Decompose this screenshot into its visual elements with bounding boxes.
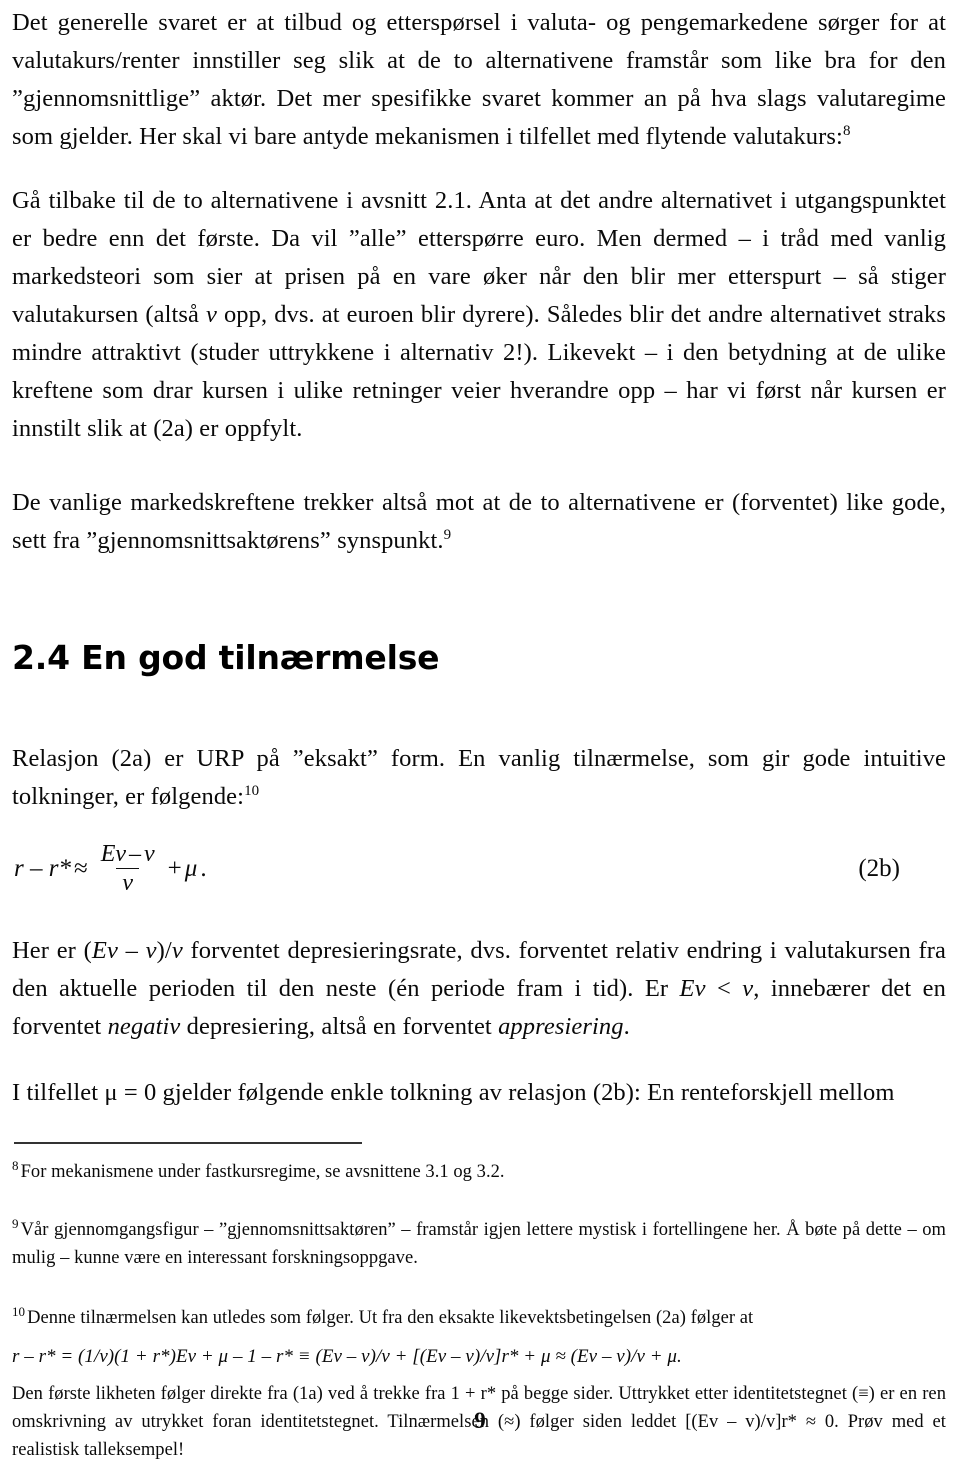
fraction-expected-depreciation: Ev – v v <box>95 841 161 896</box>
variable-v-2: v <box>171 937 183 965</box>
numerator-v: v <box>144 841 155 867</box>
footnote-8-marker: 8 <box>12 1158 19 1174</box>
paragraph-interest-differential: I tilfellet μ = 0 gjelder følgende enkle… <box>12 1079 895 1107</box>
paragraph-intro: Det generelle svaret er at tilbud og ett… <box>12 0 946 156</box>
p5-text-e: < <box>705 975 743 1003</box>
variable-v-1: v <box>145 937 157 965</box>
equation-2b-expression: r – r* ≈ Ev – v v + μ . <box>14 841 210 896</box>
variable-ev-1: Ev <box>91 937 118 965</box>
page-number: 9 <box>474 1408 486 1433</box>
variable-ev-2: Ev <box>679 975 706 1003</box>
equation-period: . <box>200 855 207 883</box>
footnote-ref-10[interactable]: 10 <box>244 783 259 799</box>
equation-2b: r – r* ≈ Ev – v v + μ . (2b) <box>12 841 946 896</box>
emphasis-negativ: negativ <box>107 1013 181 1041</box>
footnote-ref-9[interactable]: 9 <box>444 527 452 543</box>
footnote-8-text: For mekanismene under fastkursregime, se… <box>20 1162 505 1183</box>
equation-lhs: r – r* <box>14 855 71 883</box>
paragraph-equilibrium: Gå tilbake til de to alternativene i avs… <box>12 182 946 448</box>
footnote-8: 8 For mekanismene under fastkursregime, s… <box>12 1158 946 1186</box>
fraction-numerator: Ev – v <box>95 841 161 868</box>
paragraph-market-forces-text: De vanlige markedskreftene trekker altså… <box>12 489 946 554</box>
fraction-denominator: v <box>116 868 140 896</box>
p5-text-g: depresiering, altså en forventet <box>180 1013 499 1041</box>
footnote-10-text: Denne tilnærmelsen kan utledes som følge… <box>27 1308 754 1329</box>
paragraph-intro-text: Det generelle svaret er at tilbud og ett… <box>12 9 946 150</box>
p5-text-b: – <box>117 937 146 965</box>
paragraph-approximation-intro: Relasjon (2a) er URP på ”eksakt” form. E… <box>12 740 946 816</box>
footnote-10-marker: 10 <box>12 1304 26 1320</box>
p5-text-c: )/ <box>156 937 172 965</box>
paragraph-depreciation-rate: Her er (Ev – v)/v forventet depresiering… <box>12 932 946 1046</box>
numerator-minus: – <box>129 841 142 867</box>
footnote-9: 9 Vår gjennomgangsfigur – ”gjennomsnittsa… <box>12 1216 946 1272</box>
footnote-ref-8[interactable]: 8 <box>843 123 851 139</box>
paragraph-market-forces: De vanlige markedskreftene trekker altså… <box>12 484 946 560</box>
section-heading-2-4: 2.4 En god tilnærmelse <box>12 638 440 677</box>
footnote-10-formula: r – r* = (1/v)(1 + r*)Ev + μ – 1 – r* ≡ … <box>12 1346 682 1368</box>
footnote-9-marker: 9 <box>12 1216 19 1232</box>
equation-number-2b: (2b) <box>858 855 900 883</box>
numerator-ev: Ev <box>100 841 127 867</box>
p5-text-a: Her er ( <box>12 937 92 965</box>
footnote-9-text: Vår gjennomgangsfigur – ”gjennomsnittsak… <box>12 1220 946 1269</box>
p5-text-h: . <box>623 1013 630 1041</box>
variable-v-inline: v <box>206 301 217 328</box>
footnote-10: 10 Denne tilnærmelsen kan utledes som føl… <box>12 1304 946 1332</box>
mu-symbol: μ <box>184 855 198 883</box>
document-page: Det generelle svaret er at tilbud og ett… <box>0 0 960 1460</box>
plus-sign: + <box>167 855 182 883</box>
paragraph-approximation-intro-text: Relasjon (2a) er URP på ”eksakt” form. E… <box>12 745 946 810</box>
variable-v-3: v <box>742 975 754 1003</box>
approx-sign: ≈ <box>73 855 88 883</box>
emphasis-appresiering: appresiering <box>498 1013 624 1041</box>
